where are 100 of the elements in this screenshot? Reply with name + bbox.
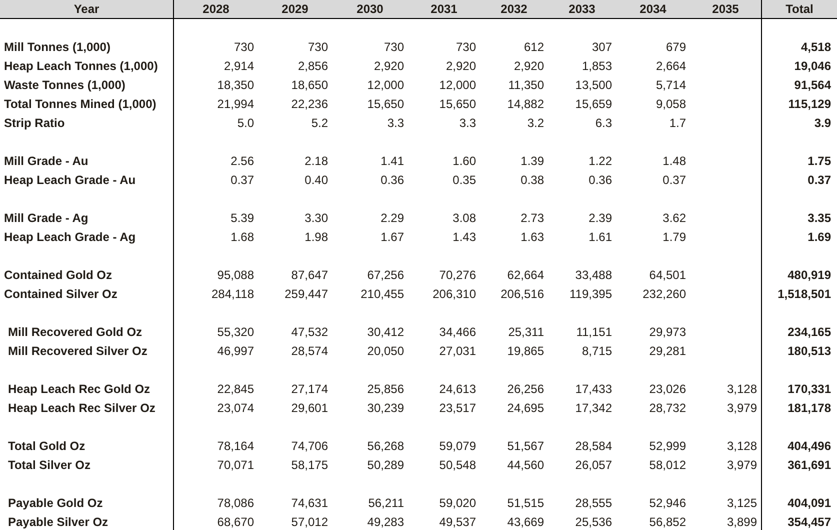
- table-cell-text: 1.41: [380, 153, 404, 170]
- table-cell-text: 0.36: [588, 172, 612, 189]
- table-cell-text: 284,118: [212, 286, 254, 303]
- table-cell-text: 1.61: [588, 229, 612, 246]
- row-label: Heap Leach Tonnes (1,000): [4, 58, 158, 75]
- table-cell-text: 52,999: [649, 438, 686, 455]
- row-label: Heap Leach Rec Gold Oz: [7, 381, 150, 398]
- table-cell-text: 1.98: [304, 229, 328, 246]
- table-cell-text: 62,664: [507, 267, 544, 284]
- table-cell-text: 1.48: [662, 153, 686, 170]
- table-cell-text: 50,289: [367, 457, 404, 474]
- table-cell-text: 25,856: [367, 381, 404, 398]
- table-cell-text: 6.3: [595, 115, 612, 132]
- total-cell-text: 180,513: [788, 343, 831, 360]
- row-label: Heap Leach Rec Silver Oz: [7, 400, 156, 417]
- table-cell-text: 55,320: [217, 324, 254, 341]
- table-cell-text: 612: [524, 39, 544, 56]
- total-cell-text: 19,046: [794, 58, 831, 75]
- table-cell-text: 730: [456, 39, 476, 56]
- table-cell-text: 49,283: [367, 514, 404, 530]
- table-cell-text: 43,669: [507, 514, 544, 530]
- table-cell-text: 27,174: [291, 381, 328, 398]
- table-cell-text: 3.3: [459, 115, 476, 132]
- table-cell-text: 49,537: [439, 514, 476, 530]
- table-cell-text: 27,031: [439, 343, 476, 360]
- table-cell-text: 9,058: [656, 96, 686, 113]
- table-cell-text: 1.39: [520, 153, 544, 170]
- column-header: 2034: [640, 0, 666, 18]
- table-cell-text: 2.29: [380, 210, 404, 227]
- table-cell-text: 206,516: [500, 286, 544, 303]
- table-cell-text: 59,079: [439, 438, 476, 455]
- table-cell-text: 23,517: [439, 400, 476, 417]
- table-cell-text: 22,845: [217, 381, 254, 398]
- table-cell-text: 78,164: [217, 438, 254, 455]
- total-cell-text: 115,129: [788, 96, 831, 113]
- table-cell-text: 5,714: [656, 77, 686, 94]
- column-header: 2035: [712, 0, 739, 18]
- column-header: 2029: [282, 0, 308, 18]
- column-header: 2031: [430, 0, 458, 18]
- table-cell-text: 29,973: [649, 324, 686, 341]
- table-cell-text: 67,256: [367, 267, 404, 284]
- table-cell-text: 3,899: [726, 514, 757, 530]
- table-cell-text: 17,433: [575, 381, 612, 398]
- table-cell-text: 13,500: [575, 77, 612, 94]
- table-cell-text: 0.35: [452, 172, 476, 189]
- table-cell-text: 58,012: [649, 457, 686, 474]
- total-cell-text: 3.35: [808, 210, 831, 227]
- table-cell-text: 679: [666, 39, 686, 56]
- column-header: Total: [786, 0, 814, 18]
- table-cell-text: 259,447: [284, 286, 328, 303]
- table-cell-text: 1.79: [662, 229, 686, 246]
- column-header: 2030: [356, 0, 384, 18]
- table-cell-text: 29,281: [649, 343, 686, 360]
- row-label: Mill Recovered Silver Oz: [7, 343, 148, 360]
- table-cell-text: 0.37: [230, 172, 254, 189]
- table-cell-text: 11,151: [576, 324, 612, 341]
- table-cell-text: 15,650: [367, 96, 404, 113]
- table-cell-text: 15,659: [575, 96, 612, 113]
- table-cell-text: 210,455: [360, 286, 404, 303]
- table-cell-text: 15,650: [439, 96, 476, 113]
- total-cell-text: 91,564: [794, 77, 831, 94]
- table-cell-text: 47,532: [291, 324, 328, 341]
- table-cell-text: 2,920: [446, 58, 476, 75]
- row-label: Mill Grade - Ag: [4, 210, 88, 227]
- table-cell-text: 23,074: [217, 400, 254, 417]
- table-cell-text: 30,239: [367, 400, 404, 417]
- table-cell-text: 1.60: [452, 153, 476, 170]
- table-cell-text: 17,342: [575, 400, 612, 417]
- table-cell-text: 70,071: [217, 457, 254, 474]
- column-header: 2028: [202, 0, 230, 18]
- table-cell-text: 3.2: [527, 115, 544, 132]
- table-cell-text: 2,920: [374, 58, 404, 75]
- total-cell-text: 404,091: [788, 495, 831, 512]
- table-cell-text: 2,914: [224, 58, 254, 75]
- row-label: Payable Silver Oz: [7, 514, 108, 530]
- table-cell-text: 730: [308, 39, 328, 56]
- table-cell-text: 44,560: [507, 457, 544, 474]
- table-cell-text: 730: [384, 39, 404, 56]
- table-cell-text: 58,175: [291, 457, 328, 474]
- table-cell-text: 3,125: [726, 495, 757, 512]
- row-label: Payable Gold Oz: [7, 495, 103, 512]
- table-cell-text: 2,856: [298, 58, 328, 75]
- total-cell-text: 404,496: [788, 438, 831, 455]
- table-cell-text: 46,997: [217, 343, 254, 360]
- table-cell-text: 22,236: [291, 96, 328, 113]
- row-label: Waste Tonnes (1,000): [4, 77, 126, 94]
- table-cell-text: 95,088: [217, 267, 254, 284]
- table-cell-text: 2.56: [230, 153, 254, 170]
- table-cell-text: 730: [234, 39, 254, 56]
- row-label: Total Tonnes Mined (1,000): [4, 96, 156, 113]
- total-cell-text: 354,457: [788, 514, 831, 530]
- table-cell-text: 28,732: [649, 400, 686, 417]
- table-cell-text: 119,395: [570, 286, 612, 303]
- table-cell-text: 52,946: [649, 495, 686, 512]
- column-header: Year: [74, 0, 100, 18]
- table-cell-text: 2.18: [304, 153, 328, 170]
- table-cell-text: 19,865: [507, 343, 544, 360]
- table-cell-text: 70,276: [439, 267, 476, 284]
- table-cell-text: 28,555: [575, 495, 612, 512]
- table-cell-text: 18,350: [217, 77, 254, 94]
